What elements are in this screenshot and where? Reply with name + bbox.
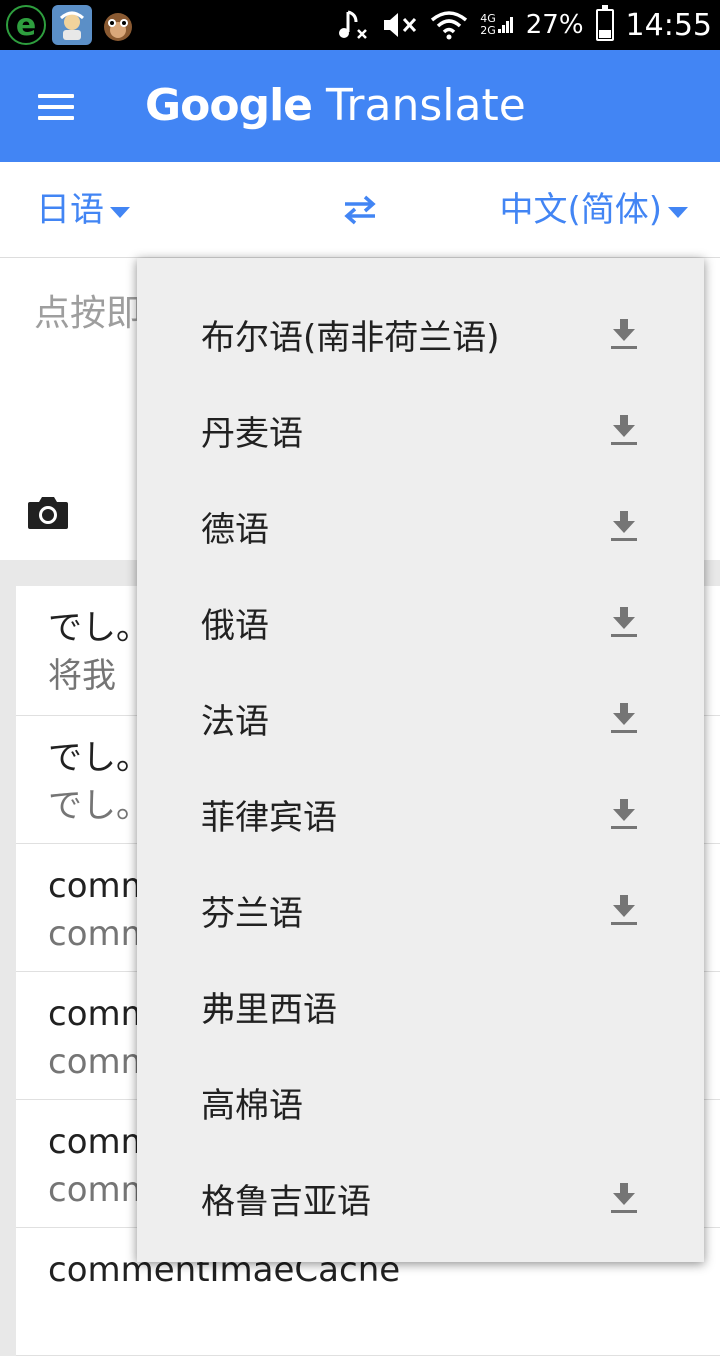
- swap-languages-icon[interactable]: [341, 195, 379, 225]
- signal-bars-icon: [497, 17, 513, 33]
- language-option-label: 格鲁吉亚语: [201, 1181, 371, 1222]
- camera-icon[interactable]: [27, 494, 69, 530]
- download-icon[interactable]: [610, 509, 638, 543]
- battery-icon: [595, 5, 614, 41]
- language-option-label: 弗里西语: [201, 989, 337, 1030]
- battery-percent: 27%: [525, 10, 584, 40]
- menu-icon[interactable]: [38, 94, 74, 120]
- language-option[interactable]: 俄语: [137, 574, 704, 670]
- language-option[interactable]: 高棉语: [137, 1054, 704, 1150]
- battery-fill: [598, 30, 611, 38]
- status-bar: e 4G 2G 27% 14:55: [0, 0, 720, 50]
- language-option-label: 德语: [201, 509, 269, 550]
- network-type-bottom: 2G: [480, 24, 496, 37]
- download-icon[interactable]: [610, 701, 638, 735]
- monkey-app-icon: [98, 5, 138, 45]
- wifi-icon: [431, 11, 468, 40]
- volume-muted-icon: [384, 13, 417, 37]
- system-indicators: 4G 2G 27% 14:55: [336, 0, 712, 50]
- browser-app-icon: e: [6, 5, 46, 45]
- app-notification-icon: [52, 5, 92, 45]
- language-option[interactable]: 丹麦语: [137, 382, 704, 478]
- target-language-dropdown: 布尔语(南非荷兰语) 丹麦语德语俄语法语菲律宾语芬兰语弗里西语高棉语格鲁吉亚语: [137, 258, 704, 1262]
- language-option-label: 丹麦语: [201, 413, 303, 454]
- source-language-selector[interactable]: 日语: [36, 188, 130, 232]
- language-option[interactable]: 德语: [137, 478, 704, 574]
- caret-down-icon: [110, 206, 130, 218]
- language-option-label: 高棉语: [201, 1085, 303, 1126]
- notification-icons: e: [6, 5, 138, 45]
- language-option[interactable]: 芬兰语: [137, 862, 704, 958]
- brand-name: Google: [145, 80, 313, 131]
- clock: 14:55: [625, 7, 712, 43]
- language-option-label: 芬兰语: [201, 893, 303, 934]
- language-option[interactable]: 法语: [137, 670, 704, 766]
- language-option-list: 布尔语(南非荷兰语) 丹麦语德语俄语法语菲律宾语芬兰语弗里西语高棉语格鲁吉亚语: [137, 258, 704, 1246]
- language-option[interactable]: 弗里西语: [137, 958, 704, 1054]
- product-name: Translate: [326, 80, 526, 131]
- download-icon[interactable]: [610, 317, 638, 351]
- download-icon[interactable]: [610, 605, 638, 639]
- language-option-label: 法语: [201, 701, 269, 742]
- caret-down-icon: [668, 206, 688, 218]
- language-option[interactable]: 格鲁吉亚语: [137, 1150, 704, 1246]
- target-language-selector[interactable]: 中文(简体): [499, 188, 688, 232]
- language-option-label: 布尔语(南非荷兰语): [201, 317, 500, 358]
- app-bar: Google Translate: [0, 50, 720, 162]
- download-icon[interactable]: [610, 413, 638, 447]
- language-option[interactable]: 布尔语(南非荷兰语): [137, 286, 704, 382]
- input-hint: 点按即: [34, 293, 143, 334]
- language-option-label: 菲律宾语: [201, 797, 337, 838]
- source-language-label: 日语: [36, 190, 104, 230]
- app-title: Google Translate: [145, 76, 526, 136]
- cellular-signal: 4G 2G: [480, 13, 514, 37]
- download-icon[interactable]: [610, 797, 638, 831]
- music-note-muted-icon: [339, 10, 368, 39]
- download-icon[interactable]: [610, 893, 638, 927]
- language-option[interactable]: 菲律宾语: [137, 766, 704, 862]
- download-icon[interactable]: [610, 1181, 638, 1215]
- target-language-label: 中文(简体): [499, 190, 662, 230]
- language-option-label: 俄语: [201, 605, 269, 646]
